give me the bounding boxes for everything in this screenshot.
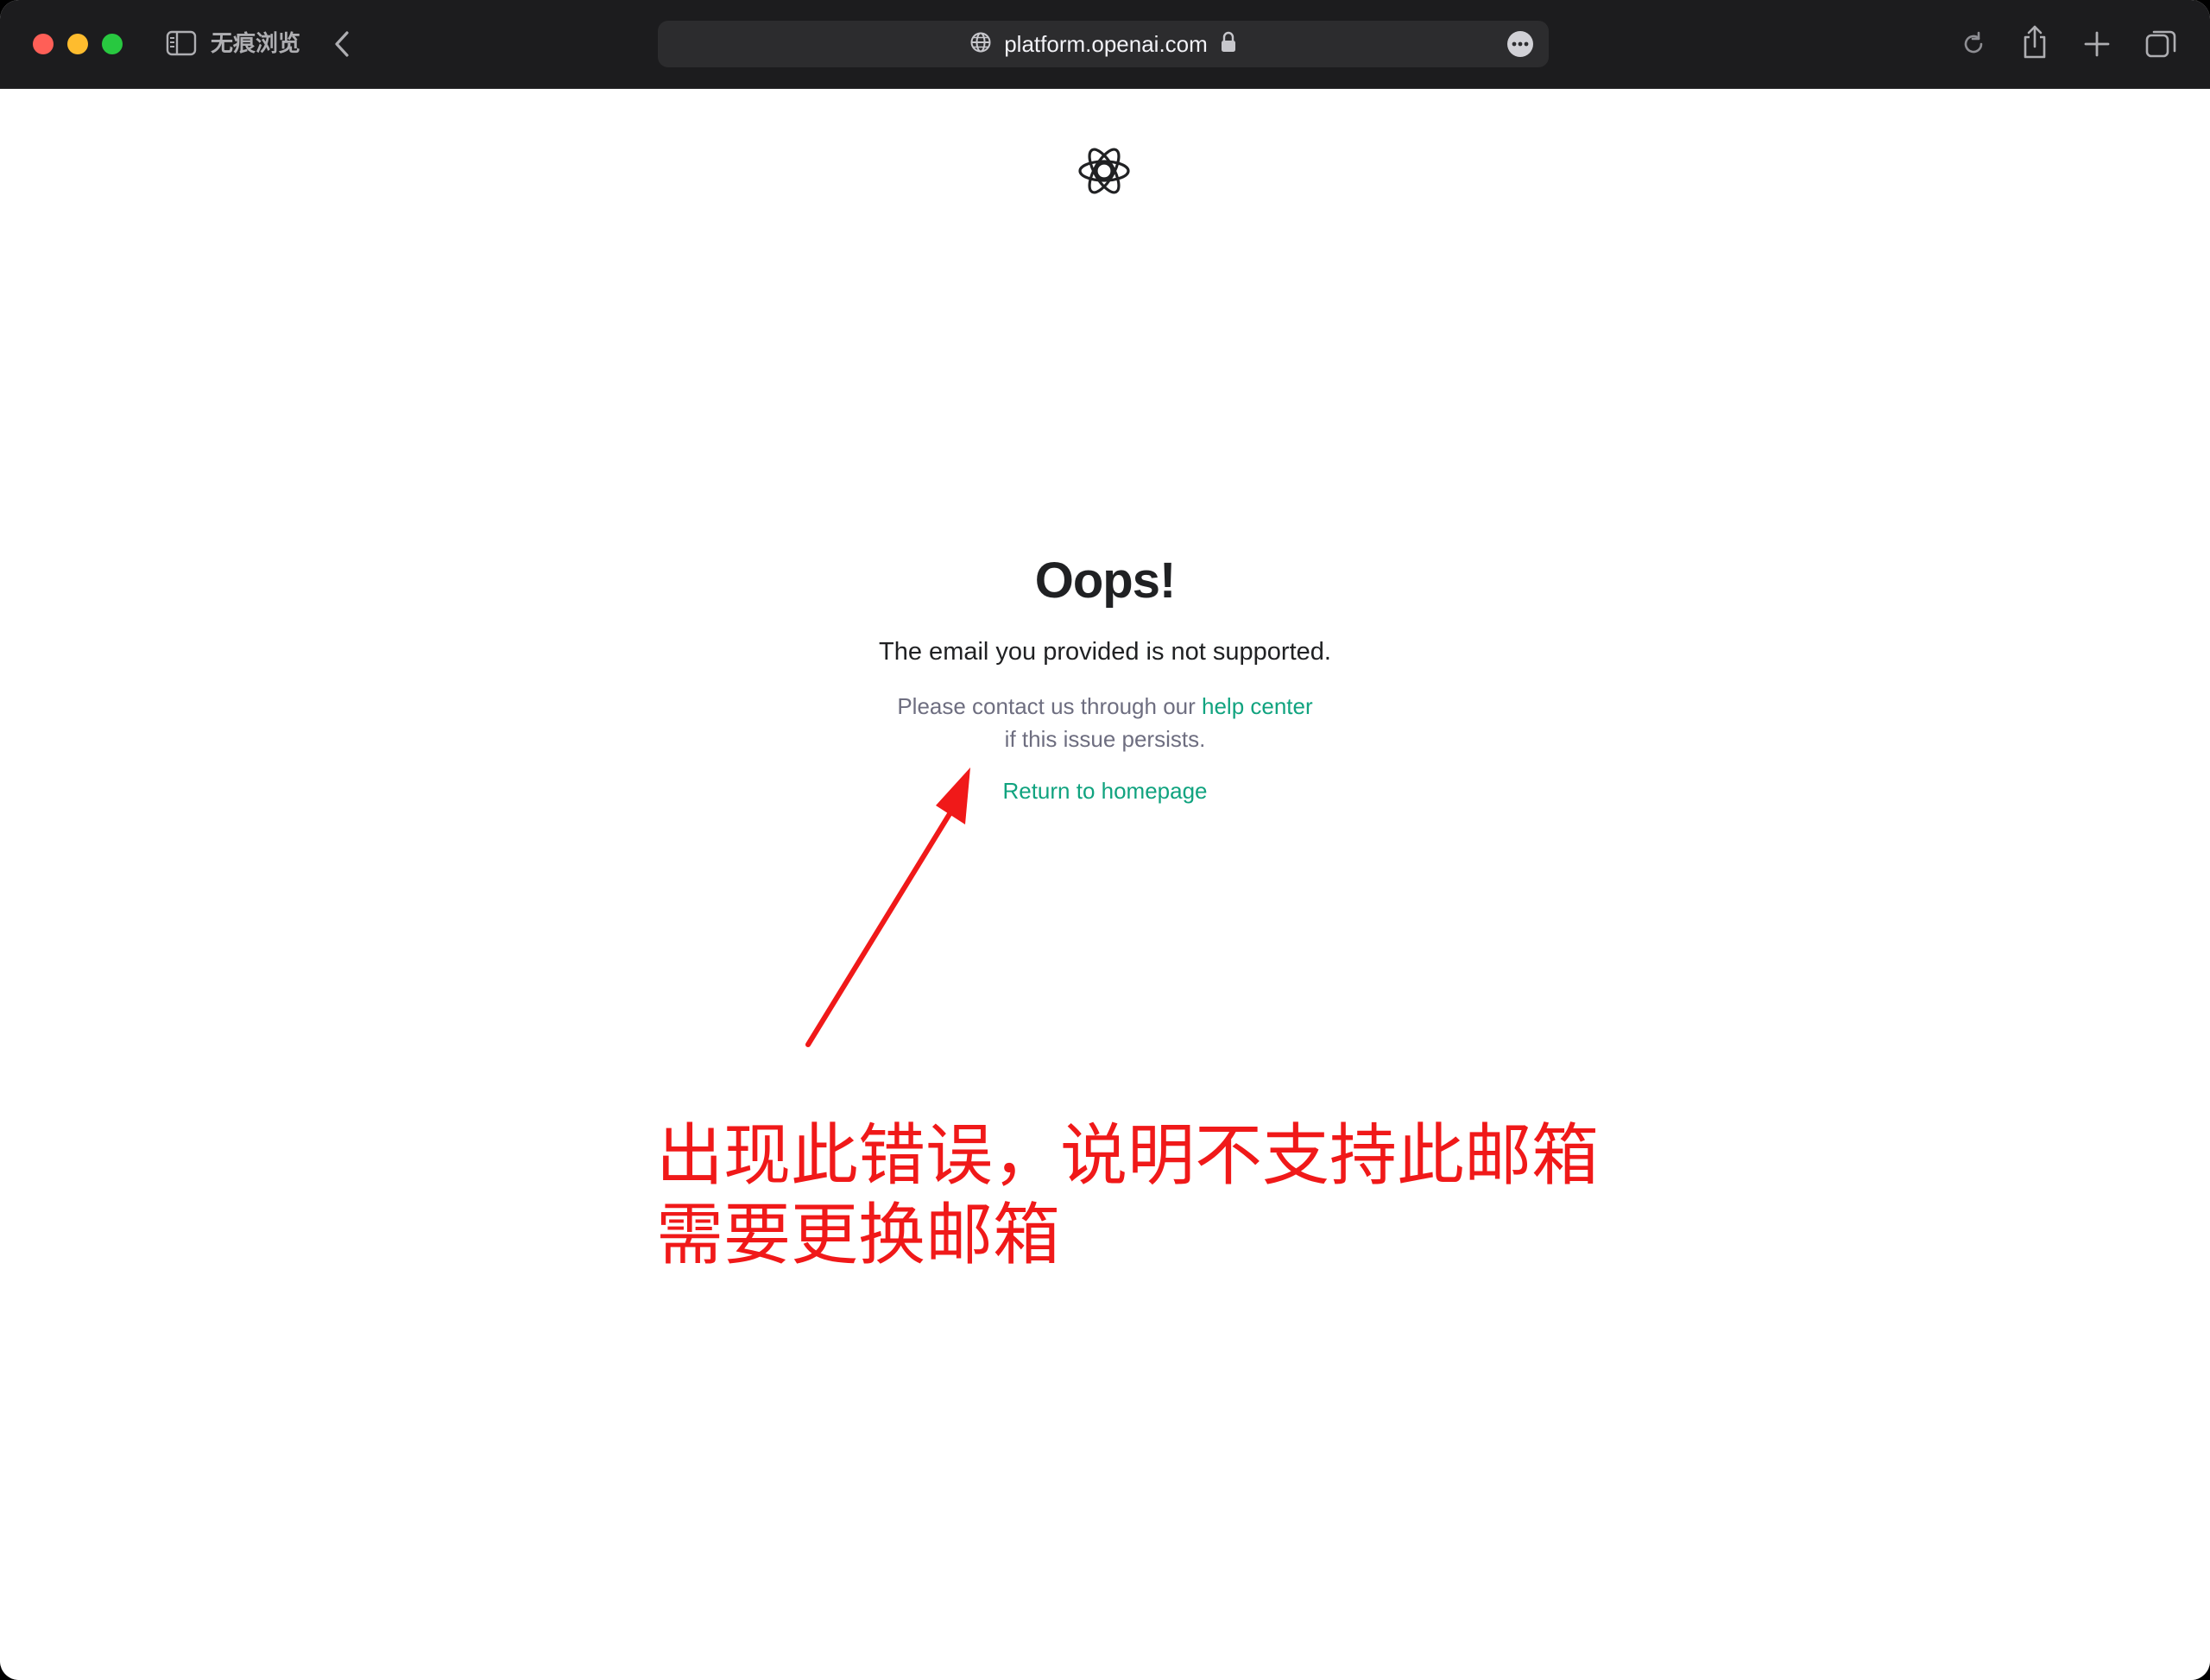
help-text: Please contact us through our help cente…: [760, 690, 1450, 755]
error-message: The email you provided is not supported.: [879, 638, 1331, 666]
browser-toolbar: 无痕浏览 platform.openai.com: [0, 0, 2210, 89]
private-browsing-label: 无痕浏览: [211, 31, 301, 57]
reload-icon[interactable]: [1960, 28, 1987, 60]
lock-icon: [1220, 31, 1237, 58]
window-close-button[interactable]: [33, 34, 54, 54]
annotation-text: 出现此错误，说明不支持此邮箱 需要更换邮箱: [656, 1116, 1692, 1275]
annotation-line-1: 出现此错误，说明不支持此邮箱: [656, 1117, 1600, 1195]
annotation-line-2: 需要更换邮箱: [656, 1197, 1061, 1274]
share-icon[interactable]: [2020, 24, 2049, 60]
sidebar-toggle-icon[interactable]: [166, 30, 197, 56]
page-content: Oops! The email you provided is not supp…: [0, 89, 2210, 1680]
page-title: Oops!: [1034, 553, 1177, 609]
help-suffix: if this issue persists.: [1004, 726, 1206, 752]
openai-logo-icon: [1076, 142, 1133, 199]
window-minimize-button[interactable]: [67, 34, 88, 54]
error-panel: Oops! The email you provided is not supp…: [760, 546, 1450, 807]
help-center-link[interactable]: help center: [1202, 693, 1313, 719]
address-bar[interactable]: platform.openai.com: [658, 21, 1549, 67]
plus-icon[interactable]: [2082, 28, 2112, 60]
help-prefix: Please contact us through our: [897, 693, 1202, 719]
url-text: platform.openai.com: [1004, 30, 1208, 57]
tab-overview-icon[interactable]: [2144, 28, 2177, 60]
back-chevron-icon[interactable]: [332, 28, 352, 60]
more-options-icon[interactable]: [1507, 31, 1533, 57]
window-zoom-button[interactable]: [102, 34, 123, 54]
browser-window: 无痕浏览 platform.openai.com Oops! The email…: [0, 0, 2210, 1680]
red-arrow-annotation: [805, 767, 970, 1047]
return-to-homepage-link[interactable]: Return to homepage: [1002, 778, 1207, 804]
globe-icon: [969, 31, 992, 58]
